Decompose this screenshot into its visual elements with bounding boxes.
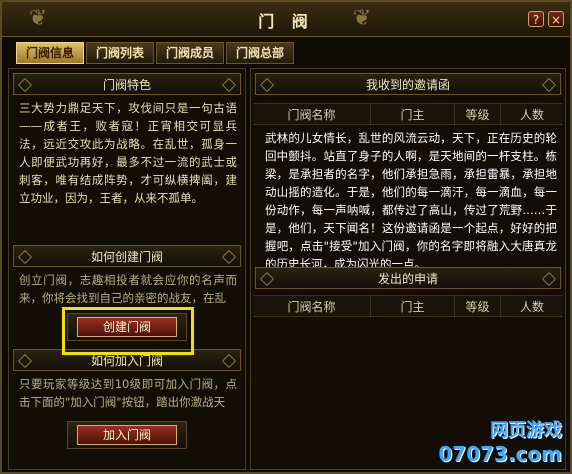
invites-column-header: 门阀名称 门主 等级 人数 [253,103,563,126]
applications-column-header: 门阀名称 门主 等级 人数 [253,295,563,318]
window-title: 门 阀 [258,12,314,31]
join-text: 只要玩家等级达到10级即可加入门阀，点击下面的"加入门阀"按钮，踏出你激战天 [19,377,237,409]
col-level: 等级 [455,296,501,318]
col-level: 等级 [455,104,501,126]
col-guild-name: 门阀名称 [253,296,371,318]
applications-heading: 发出的申请 [255,267,561,289]
create-text: 创立门阀，志趣相投者就会应你的名声而来，你将会找到自己的亲密的战友，在乱 [19,273,237,305]
watermark-url: 07073.com [438,442,562,466]
col-leader: 门主 [371,104,455,126]
close-button[interactable]: × [548,11,564,27]
help-button[interactable]: ? [528,11,544,27]
col-members: 人数 [519,108,544,122]
right-panel: 我收到的邀请函 门阀名称 门主 等级 人数 武林的儿女情长，乱世的风流云动，天下… [250,68,566,470]
create-heading: 如何创建门阀 [13,245,241,267]
feature-heading: 门阀特色 [13,73,241,95]
left-panel: 门阀特色 三大势力鼎足天下，攻伐间只是一句古语——成者王，败者寇！正宵相交可显兵… [8,68,246,470]
invites-heading: 我收到的邀请函 [255,73,561,95]
tab-guild-info[interactable]: 门阀信息 [16,42,84,64]
join-guild-button[interactable]: 加入门阀 [77,425,177,445]
site-watermark: 网页游戏 07073.com [438,416,562,466]
create-button-highlight [62,307,194,355]
guild-window: ❦ ❦ 门 阀 ? × 门阀信息 门阀列表 门阀成员 门阀总部 门阀特色 三大势… [0,0,572,474]
tab-guild-hq[interactable]: 门阀总部 [226,42,294,64]
col-members: 人数 [519,300,544,314]
feature-text: 三大势力鼎足天下，攻伐间只是一句古语——成者王，败者寇！正宵相交可显兵法，远近交… [19,101,237,205]
tab-guild-members[interactable]: 门阀成员 [156,42,224,64]
col-leader: 门主 [371,296,455,318]
watermark-title: 网页游戏 [490,420,562,441]
col-guild-name: 门阀名称 [253,104,371,126]
title-bar[interactable]: ❦ ❦ 门 阀 ? × [2,2,570,37]
tab-guild-list[interactable]: 门阀列表 [86,42,154,64]
